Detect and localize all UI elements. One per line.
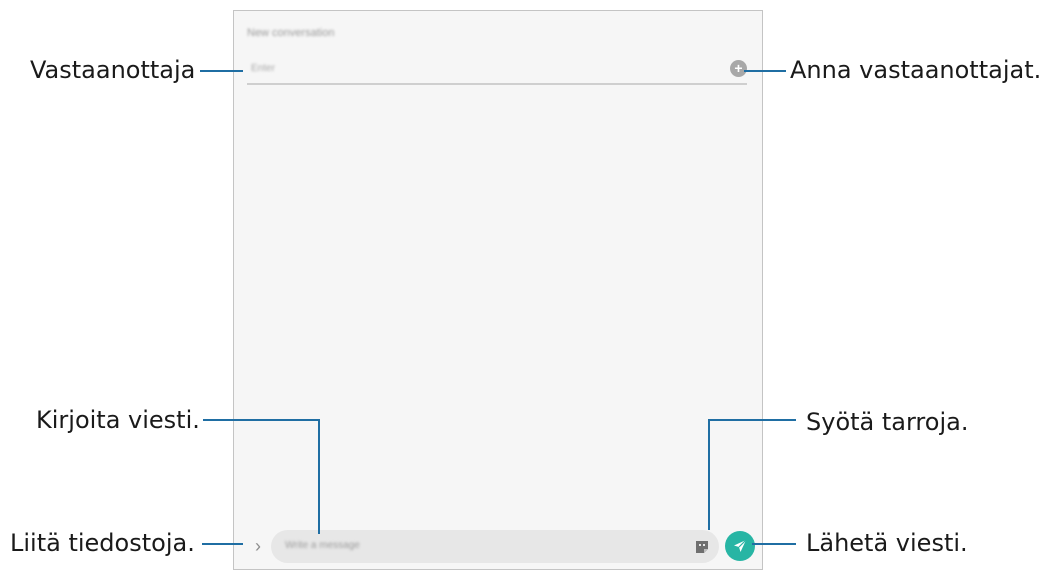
callout-attach-files: Liitä tiedostoja. xyxy=(10,529,195,557)
leader-insert-stickers-h xyxy=(708,419,796,421)
paper-plane-icon xyxy=(734,539,747,552)
leader-enter-recipients xyxy=(744,70,786,72)
leader-write-message-h xyxy=(203,419,319,421)
callout-recipient: Vastaanottaja xyxy=(30,56,196,84)
callout-insert-stickers: Syötä tarroja. xyxy=(806,408,969,436)
recipient-placeholder: Enter xyxy=(251,63,275,74)
callout-write-message: Kirjoita viesti. xyxy=(36,406,200,434)
leader-recipient xyxy=(200,70,243,72)
callout-enter-recipients: Anna vastaanottajat. xyxy=(790,56,1042,84)
leader-insert-stickers-v xyxy=(708,419,710,530)
message-input[interactable]: Write a message xyxy=(271,530,719,563)
screen-title: New conversation xyxy=(247,27,335,39)
add-circle-icon[interactable]: + xyxy=(730,60,747,77)
leader-write-message-v xyxy=(318,419,320,534)
leader-send-message xyxy=(752,543,796,545)
callout-send-message: Lähetä viesti. xyxy=(806,529,968,557)
chevron-right-icon[interactable]: › xyxy=(250,534,266,558)
leader-attach-files xyxy=(202,543,243,545)
message-placeholder: Write a message xyxy=(285,540,360,551)
sticker-icon[interactable] xyxy=(695,540,709,554)
message-compose-screen: New conversation Enter + › Write a messa… xyxy=(233,10,763,570)
recipient-field[interactable]: Enter + xyxy=(247,57,747,85)
send-button[interactable] xyxy=(725,531,755,561)
